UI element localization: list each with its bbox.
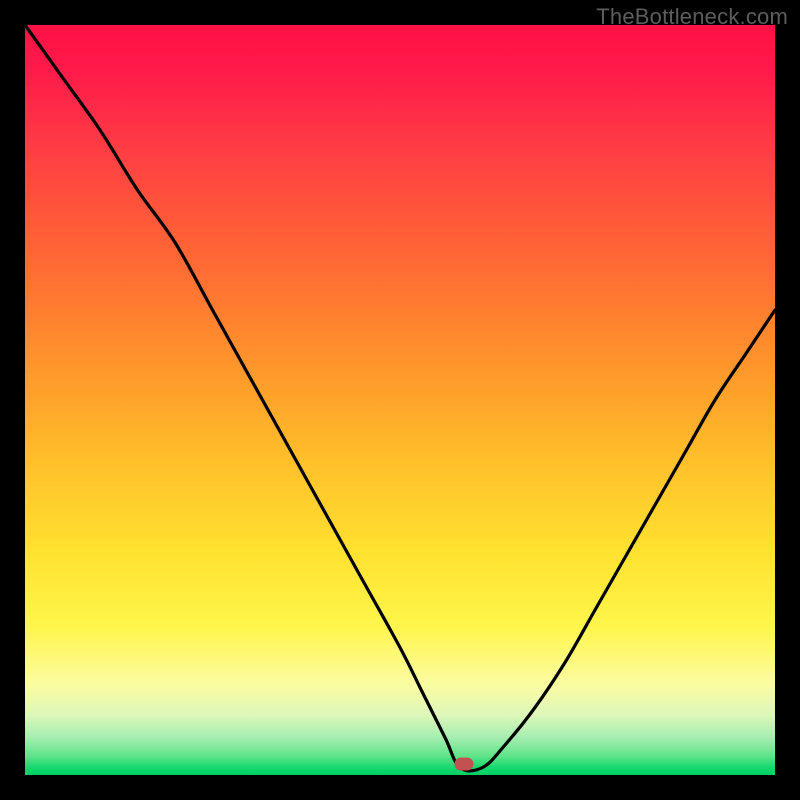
bottleneck-curve [25,25,775,775]
plot-area [25,25,775,775]
minimum-marker [454,757,473,770]
chart-frame: TheBottleneck.com [0,0,800,800]
watermark-text: TheBottleneck.com [596,4,788,30]
